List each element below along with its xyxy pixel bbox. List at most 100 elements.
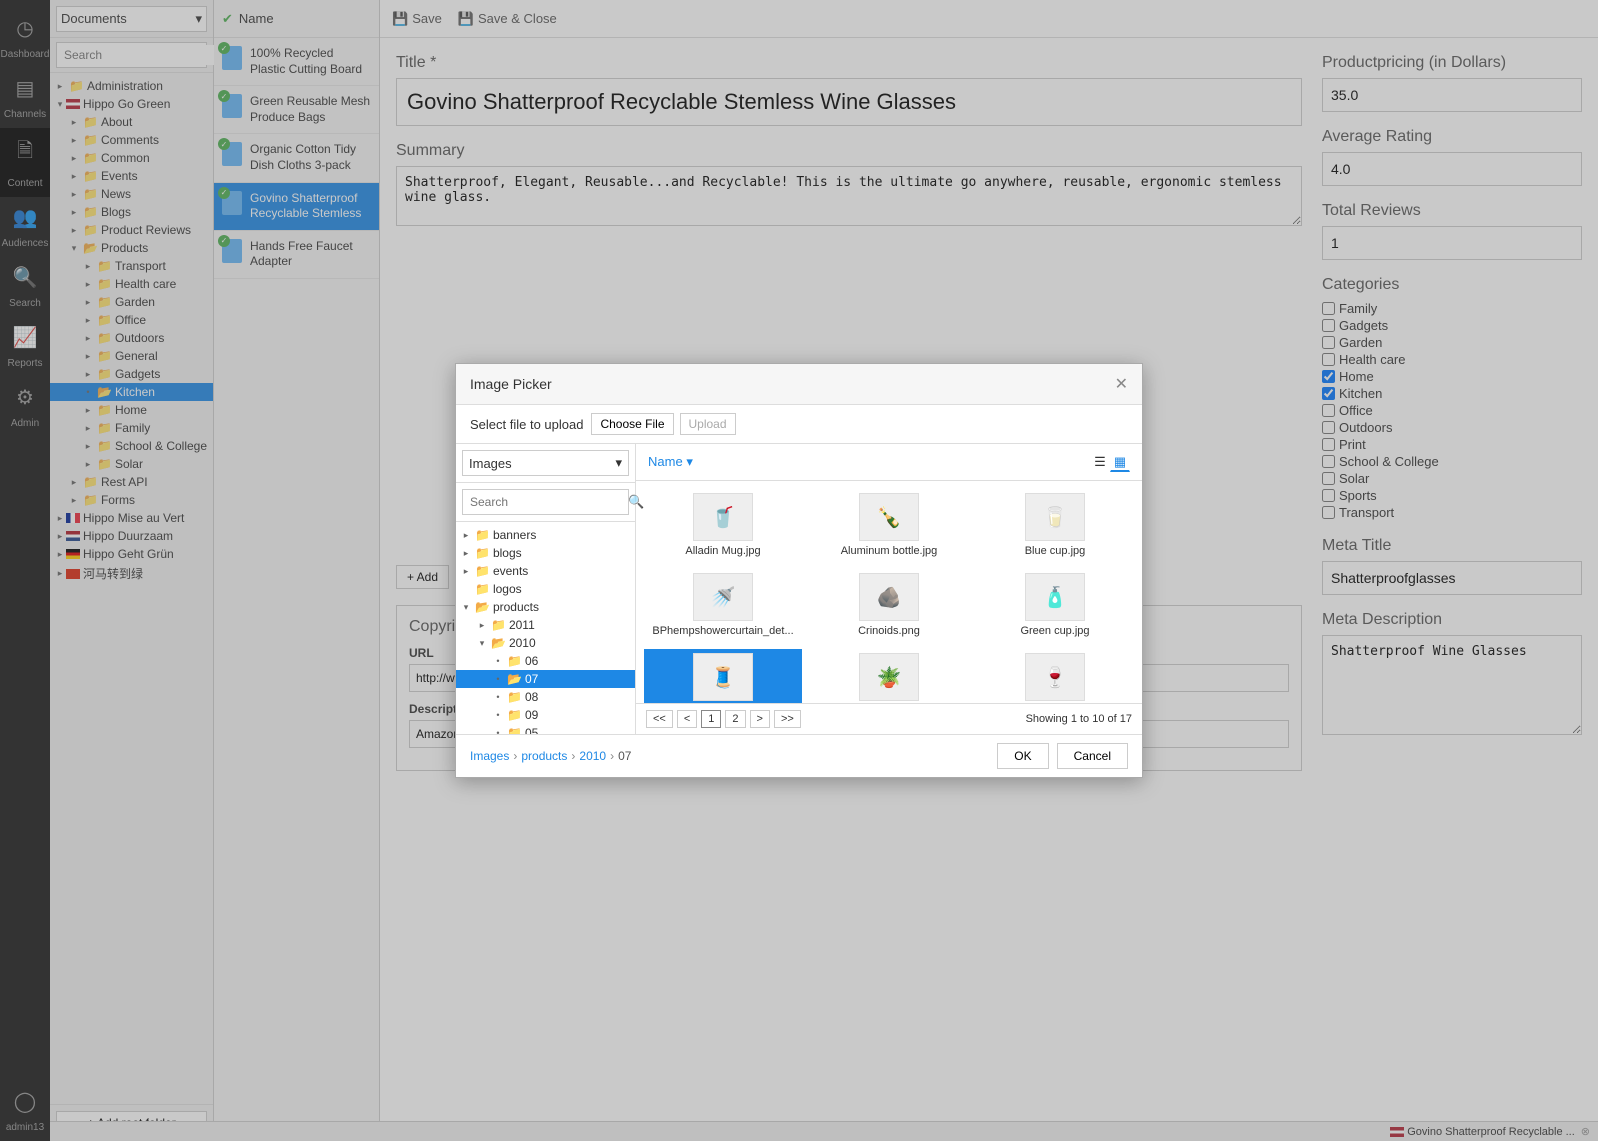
modal-tree-node[interactable]: •📁09 (456, 706, 635, 724)
modal-tree-node[interactable]: 📁logos (456, 580, 635, 598)
image-thumbnail[interactable]: 🧵 (644, 649, 802, 703)
image-thumbnail[interactable]: 🥛 Blue cup.jpg (976, 489, 1134, 561)
image-name: BPhempshowercurtain_det... (648, 625, 798, 637)
ok-button[interactable]: OK (997, 743, 1048, 769)
modal-tree-node[interactable]: ▸📁2011 (456, 616, 635, 634)
modal-sort-label: Name (648, 454, 683, 469)
pager-page-2[interactable]: 2 (725, 710, 745, 728)
modal-close-icon[interactable]: ✕ (1115, 374, 1128, 394)
modal-tree-label: 08 (525, 690, 538, 704)
pager-prev-button[interactable]: < (677, 710, 697, 728)
image-name: Alladin Mug.jpg (648, 545, 798, 557)
pager-last-button[interactable]: >> (774, 710, 801, 728)
thumbnail-image: 🥛 (1025, 493, 1085, 541)
image-thumbnail[interactable]: 🥤Alladin Mug.jpg (644, 489, 802, 561)
cancel-button[interactable]: Cancel (1057, 743, 1128, 769)
image-thumbnail[interactable]: 🍷 (976, 649, 1134, 703)
choose-file-button[interactable]: Choose File (591, 413, 673, 435)
pager-info: Showing 1 to 10 of 17 (1026, 713, 1132, 725)
folder-icon: 📁 (507, 708, 522, 722)
modal-tree-node[interactable]: •📁06 (456, 652, 635, 670)
expand-icon[interactable]: • (492, 674, 504, 684)
folder-icon: 📁 (475, 564, 490, 578)
thumbnail-image: 🍾 (859, 493, 919, 541)
modal-tree-node[interactable]: •📁08 (456, 688, 635, 706)
image-name: Blue cup.jpg (980, 545, 1130, 557)
modal-tree-node[interactable]: ▸📁events (456, 562, 635, 580)
modal-overlay: Image Picker ✕ Select file to upload Cho… (0, 0, 1598, 1141)
modal-tree-label: blogs (493, 546, 522, 560)
modal-upload-row: Select file to upload Choose File Upload (456, 405, 1142, 444)
modal-title: Image Picker (470, 376, 552, 392)
expand-icon[interactable]: ▸ (460, 566, 472, 577)
expand-icon[interactable]: ▸ (476, 620, 488, 631)
modal-pager-buttons: << < 1 2 > >> (646, 710, 801, 728)
folder-icon: 📂 (507, 672, 522, 686)
modal-tree-node[interactable]: ▾📂products (456, 598, 635, 616)
folder-icon: 📁 (491, 618, 506, 632)
expand-icon[interactable]: ▾ (460, 602, 472, 613)
modal-upload-label: Select file to upload (470, 417, 583, 432)
list-view-button[interactable]: ☰ (1090, 452, 1110, 472)
modal-tree: ▸📁banners▸📁blogs▸📁events 📁logos▾📂product… (456, 522, 635, 734)
modal-body: Images ▾ 🔍 ▸📁banners▸📁blogs▸📁events 📁log… (456, 444, 1142, 734)
modal-sort-button[interactable]: Name ▾ (648, 454, 693, 470)
modal-tree-label: 06 (525, 654, 538, 668)
modal-tree-label: events (493, 564, 528, 578)
modal-tree-node[interactable]: •📂07 (456, 670, 635, 688)
folder-icon: 📁 (507, 654, 522, 668)
pager-page-1[interactable]: 1 (701, 710, 721, 728)
folder-icon: 📁 (507, 726, 522, 734)
thumbnail-image: 🪨 (859, 573, 919, 621)
expand-icon[interactable]: ▸ (460, 548, 472, 559)
thumbnail-image: 🚿 (693, 573, 753, 621)
thumbnail-image: 🧵 (693, 653, 753, 701)
modal-tree-node[interactable]: ▸📁blogs (456, 544, 635, 562)
modal-tree-label: 07 (525, 672, 538, 686)
modal-header: Image Picker ✕ (456, 364, 1142, 405)
modal-tree-label: banners (493, 528, 536, 542)
chevron-down-icon: ▾ (686, 454, 693, 469)
expand-icon[interactable]: • (492, 692, 504, 702)
modal-grid: 🥤Alladin Mug.jpg🍾Aluminum bottle.jpg 🥛 Blu… (636, 481, 1142, 703)
expand-icon[interactable]: ▸ (460, 530, 472, 541)
chevron-down-icon: ▾ (615, 455, 622, 471)
chevron-right-icon: › (610, 749, 614, 763)
modal-right-header: Name ▾ ☰ ▦ (636, 444, 1142, 481)
breadcrumb-segment: 07 (618, 749, 631, 763)
image-thumbnail[interactable]: 🪨Crinoids.png (810, 569, 968, 641)
breadcrumb-segment[interactable]: 2010 (579, 749, 606, 763)
modal-left-header: Images ▾ (456, 444, 635, 483)
image-thumbnail[interactable]: 🚿 BPhempshowercurtain_det... (644, 569, 802, 641)
modal-footer: Images›products›2010›07 OK Cancel (456, 734, 1142, 777)
modal-right-panel: Name ▾ ☰ ▦ 🥤Alladin Mug.jpg🍾Aluminum bot… (636, 444, 1142, 734)
expand-icon[interactable]: ▾ (476, 638, 488, 649)
modal-tree-label: 2011 (509, 618, 535, 632)
modal-type-selector[interactable]: Images ▾ (462, 450, 629, 476)
image-thumbnail[interactable]: 🧴Green cup.jpg (976, 569, 1134, 641)
image-thumbnail[interactable]: 🍾Aluminum bottle.jpg (810, 489, 968, 561)
expand-icon[interactable]: • (492, 656, 504, 666)
upload-button[interactable]: Upload (680, 413, 736, 435)
folder-icon: 📁 (475, 546, 490, 560)
folder-icon: 📂 (475, 600, 490, 614)
breadcrumb-segment[interactable]: products (521, 749, 567, 763)
thumbnail-image: 🧴 (1025, 573, 1085, 621)
pager-next-button[interactable]: > (750, 710, 770, 728)
expand-icon[interactable]: • (492, 710, 504, 720)
image-thumbnail[interactable]: 🪴 (810, 649, 968, 703)
folder-icon: 📂 (491, 636, 506, 650)
modal-tree-node[interactable]: ▸📁banners (456, 526, 635, 544)
chevron-right-icon: › (571, 749, 575, 763)
modal-view-toggle: ☰ ▦ (1090, 452, 1130, 472)
thumbnail-image: 🪴 (859, 653, 919, 701)
breadcrumb-segment[interactable]: Images (470, 749, 509, 763)
modal-search-input[interactable] (467, 492, 628, 512)
modal-tree-label: 2010 (509, 636, 536, 650)
modal-tree-node[interactable]: •📁05 (456, 724, 635, 734)
modal-tree-node[interactable]: ▾📂2010 (456, 634, 635, 652)
modal-breadcrumb: Images›products›2010›07 (470, 749, 631, 763)
modal-tree-label: products (493, 600, 539, 614)
pager-first-button[interactable]: << (646, 710, 673, 728)
grid-view-button[interactable]: ▦ (1110, 452, 1130, 472)
